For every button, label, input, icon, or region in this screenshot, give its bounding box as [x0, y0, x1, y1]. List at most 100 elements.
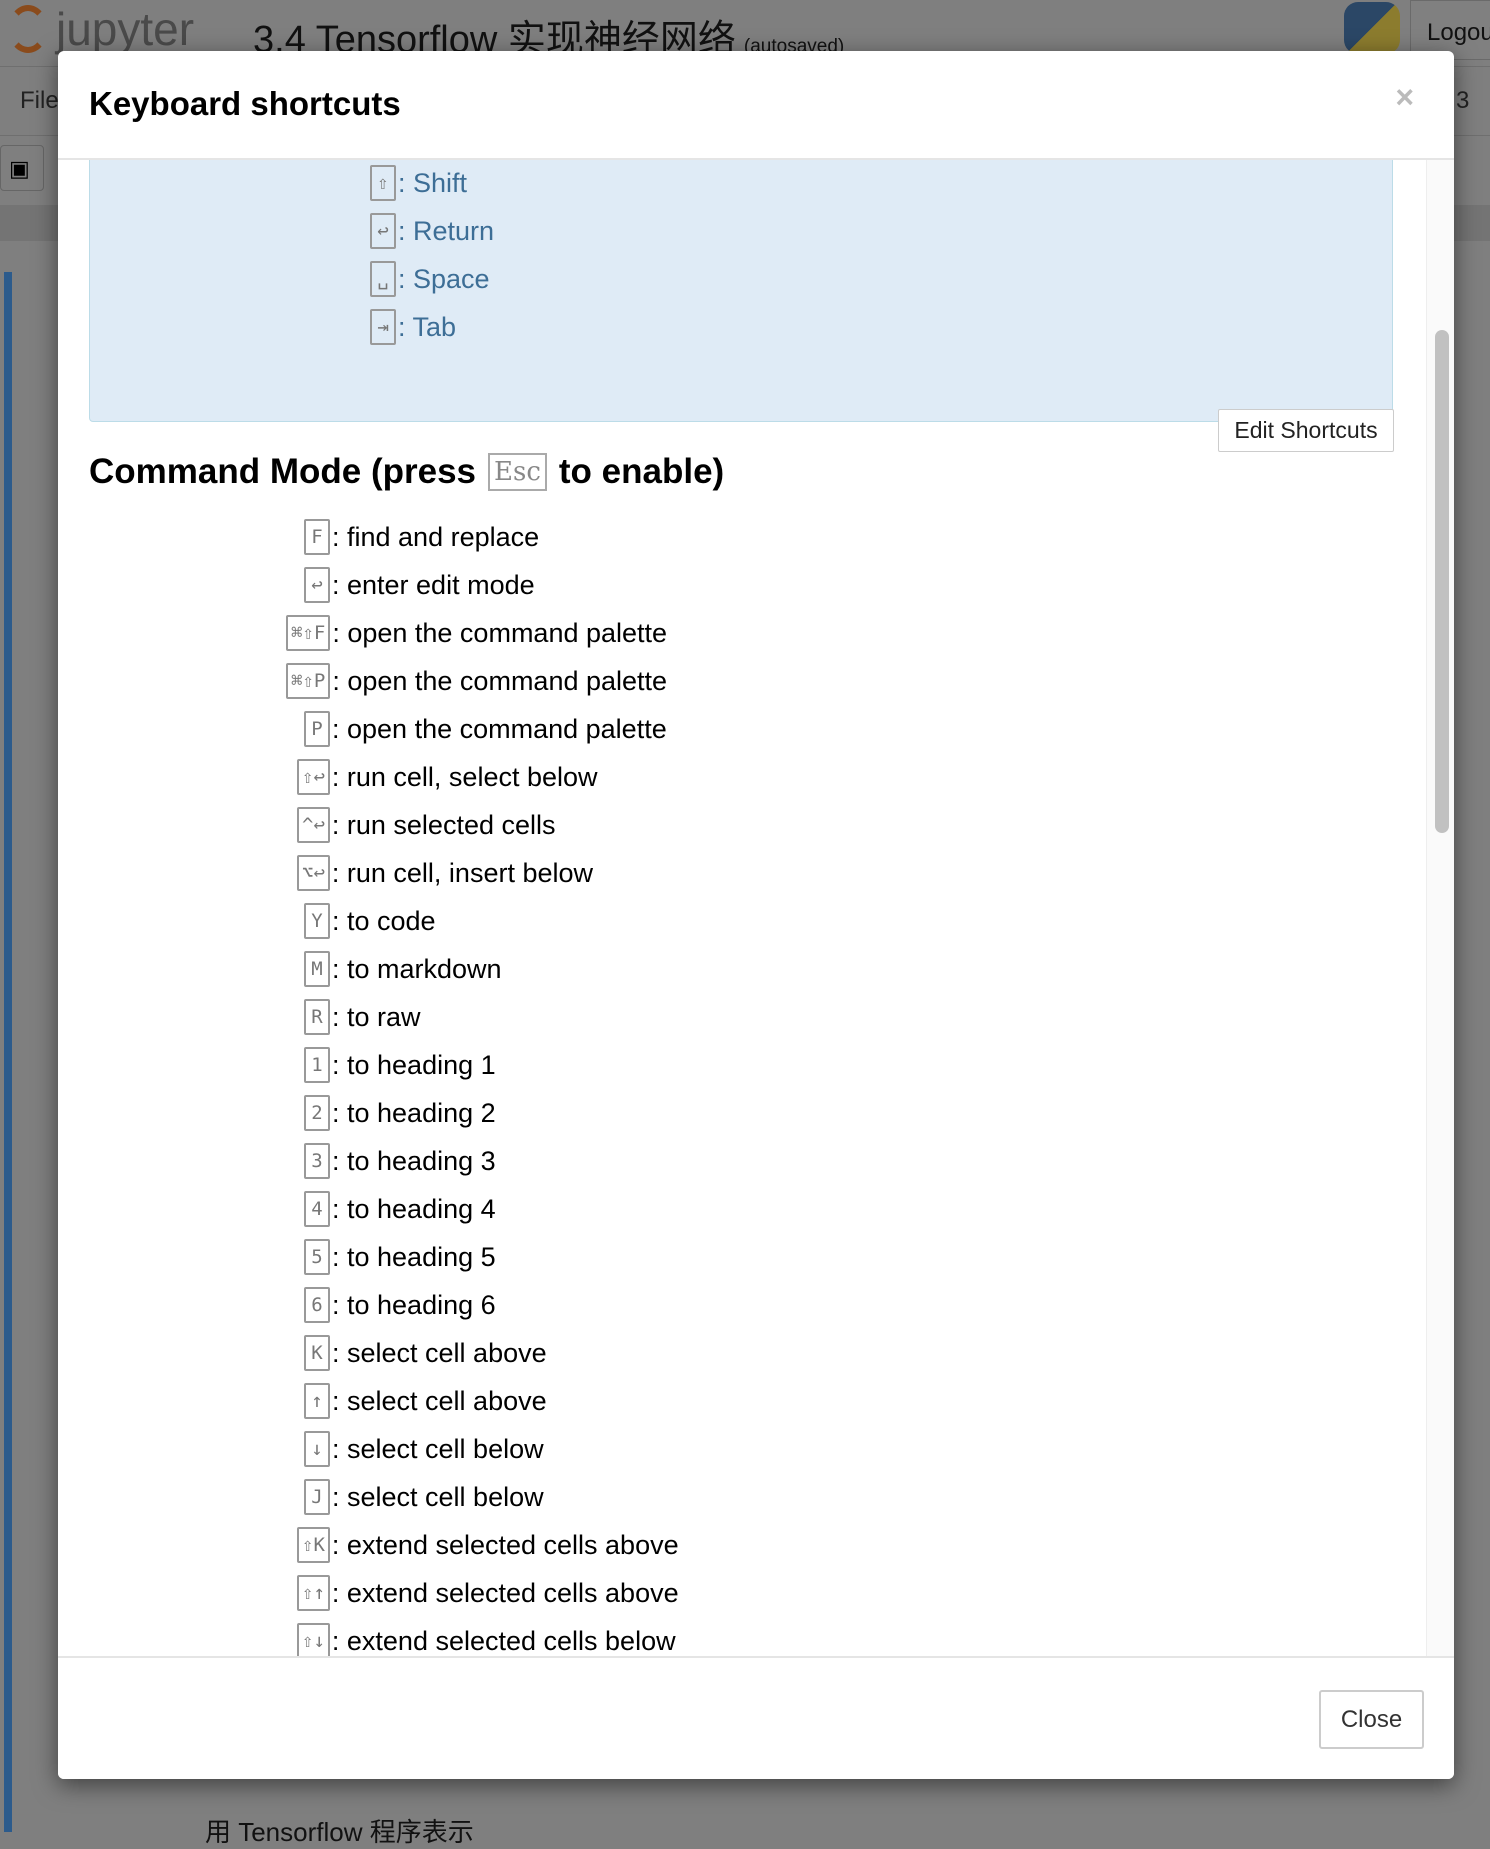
key-combo: ␣ — [370, 261, 396, 297]
key-combo: R — [304, 999, 330, 1035]
shortcut-row: Y: to code — [304, 901, 436, 941]
key-combo: ⇥ — [370, 309, 396, 345]
shortcut-row: ↓: select cell below — [304, 1429, 544, 1469]
key-combo: 6 — [304, 1287, 330, 1323]
dialog-header: Keyboard shortcuts × — [58, 51, 1454, 160]
key-combo: ↩ — [370, 213, 396, 249]
shortcut-row: ↩: enter edit mode — [304, 565, 535, 605]
shortcut-description: : find and replace — [332, 521, 540, 552]
shortcut-description: : open the command palette — [332, 617, 668, 648]
key-combo: ⇧↩ — [297, 759, 330, 795]
key-combo: ⇧K — [297, 1527, 330, 1563]
shortcut-row: ⇧K: extend selected cells above — [297, 1525, 679, 1565]
key-combo: Y — [304, 903, 330, 939]
shortcut-description: : Space — [398, 263, 490, 294]
key-combo: 5 — [304, 1239, 330, 1275]
dialog-body: ⇧: Shift ↩: Return ␣: Space ⇥: Tab Command … — [58, 160, 1454, 1706]
shortcut-description: : run cell, select below — [331, 761, 598, 792]
edit-shortcuts-button[interactable]: Edit Shortcuts — [1218, 409, 1394, 452]
dialog-footer: Close — [58, 1656, 1454, 1779]
scrollbar[interactable] — [1426, 160, 1454, 1706]
scrollbar-thumb[interactable] — [1435, 330, 1449, 833]
key-combo: ⇧ — [370, 165, 396, 201]
shortcut-row: K: select cell above — [304, 1333, 547, 1373]
shortcut-row: M: to markdown — [304, 949, 502, 989]
shortcut-row: ␣: Space — [370, 259, 490, 299]
shortcut-row: F: find and replace — [304, 517, 539, 557]
key-combo: M — [304, 951, 330, 987]
key-combo: ⇧↑ — [297, 1575, 330, 1611]
shortcut-description: : extend selected cells above — [331, 1577, 679, 1608]
shortcut-row: ⇥: Tab — [370, 307, 456, 347]
shortcut-row: 4: to heading 4 — [304, 1189, 496, 1229]
key-combo: F — [304, 519, 330, 555]
keyboard-shortcuts-dialog: Keyboard shortcuts × ⇧: Shift ↩: Return ␣:… — [58, 51, 1454, 1779]
shortcut-row: ⇧: Shift — [370, 163, 467, 203]
shortcut-description: : to markdown — [332, 953, 502, 984]
esc-key: Esc — [488, 453, 547, 491]
key-combo: 3 — [304, 1143, 330, 1179]
shortcut-row: 5: to heading 5 — [304, 1237, 496, 1277]
key-legend-panel: ⇧: Shift ↩: Return ␣: Space ⇥: Tab — [89, 160, 1393, 422]
key-combo: 4 — [304, 1191, 330, 1227]
shortcut-row: ⌥↩: run cell, insert below — [297, 853, 593, 893]
shortcut-row: ↑: select cell above — [304, 1381, 547, 1421]
jupyter-logo-icon — [8, 5, 48, 53]
shortcut-description: : to heading 6 — [332, 1289, 496, 1320]
shortcut-description: : select cell below — [332, 1433, 544, 1464]
heading-suffix: to enable) — [558, 452, 725, 491]
shortcut-description: : extend selected cells above — [331, 1529, 679, 1560]
jupyter-logo[interactable]: jupyter — [8, 2, 194, 56]
shortcut-row: ⌘⇧F: open the command palette — [286, 613, 667, 653]
shortcut-row: ⇧↩: run cell, select below — [297, 757, 598, 797]
shortcut-row: R: to raw — [304, 997, 421, 1037]
shortcut-description: : select cell above — [332, 1337, 547, 1368]
shortcut-description: : to code — [332, 905, 436, 936]
kernel-indicator: 3 — [1456, 87, 1470, 114]
shortcut-row: P: open the command palette — [304, 709, 667, 749]
logo-text: jupyter — [56, 3, 195, 55]
shortcut-row: ↩: Return — [370, 211, 494, 251]
dialog-title: Keyboard shortcuts — [89, 85, 401, 122]
shortcut-description: : to heading 2 — [332, 1097, 496, 1128]
key-combo: ⌘⇧P — [286, 663, 331, 699]
shortcut-description: : open the command palette — [332, 665, 668, 696]
shortcut-description: : Return — [398, 215, 495, 246]
shortcut-description: : run selected cells — [331, 809, 556, 840]
key-combo: ⌥↩ — [297, 855, 330, 891]
shortcut-description: : to heading 5 — [332, 1241, 496, 1272]
python-logo-icon — [1344, 2, 1400, 54]
shortcut-description: : enter edit mode — [332, 569, 535, 600]
shortcut-description: : to heading 3 — [332, 1145, 496, 1176]
shortcut-description: : Tab — [398, 311, 457, 342]
shortcut-row: 3: to heading 3 — [304, 1141, 496, 1181]
shortcut-description: : to heading 1 — [332, 1049, 496, 1080]
shortcut-description: : to heading 4 — [332, 1193, 496, 1224]
close-button[interactable]: Close — [1319, 1690, 1424, 1749]
shortcut-row: 1: to heading 1 — [304, 1045, 496, 1085]
key-combo: ⌘⇧F — [286, 615, 331, 651]
shortcut-row: ⇧↓: extend selected cells below — [297, 1621, 676, 1661]
key-combo: J — [304, 1479, 330, 1515]
key-combo: K — [304, 1335, 330, 1371]
save-icon[interactable]: ▣ — [0, 145, 44, 191]
key-combo: P — [304, 711, 330, 747]
shortcut-description: : Shift — [398, 167, 468, 198]
menu-file[interactable]: File — [20, 87, 59, 115]
shortcut-row: ⇧↑: extend selected cells above — [297, 1573, 679, 1613]
key-combo: ^↩ — [297, 807, 330, 843]
shortcut-description: : extend selected cells below — [331, 1625, 676, 1656]
shortcut-description: : to raw — [332, 1001, 421, 1032]
close-icon[interactable]: × — [1395, 79, 1414, 116]
key-combo: ↑ — [304, 1383, 330, 1419]
shortcut-row: ^↩: run selected cells — [297, 805, 556, 845]
shortcut-description: : run cell, insert below — [331, 857, 594, 888]
shortcut-description: : open the command palette — [332, 713, 667, 744]
key-combo: ⇧↓ — [297, 1623, 330, 1659]
shortcut-description: : select cell below — [332, 1481, 544, 1512]
selected-cell-indicator — [4, 272, 12, 1832]
shortcut-row: 2: to heading 2 — [304, 1093, 496, 1133]
shortcut-row: J: select cell below — [304, 1477, 544, 1517]
command-mode-heading: Command Mode (press Esc to enable) — [89, 452, 724, 492]
key-combo: 2 — [304, 1095, 330, 1131]
